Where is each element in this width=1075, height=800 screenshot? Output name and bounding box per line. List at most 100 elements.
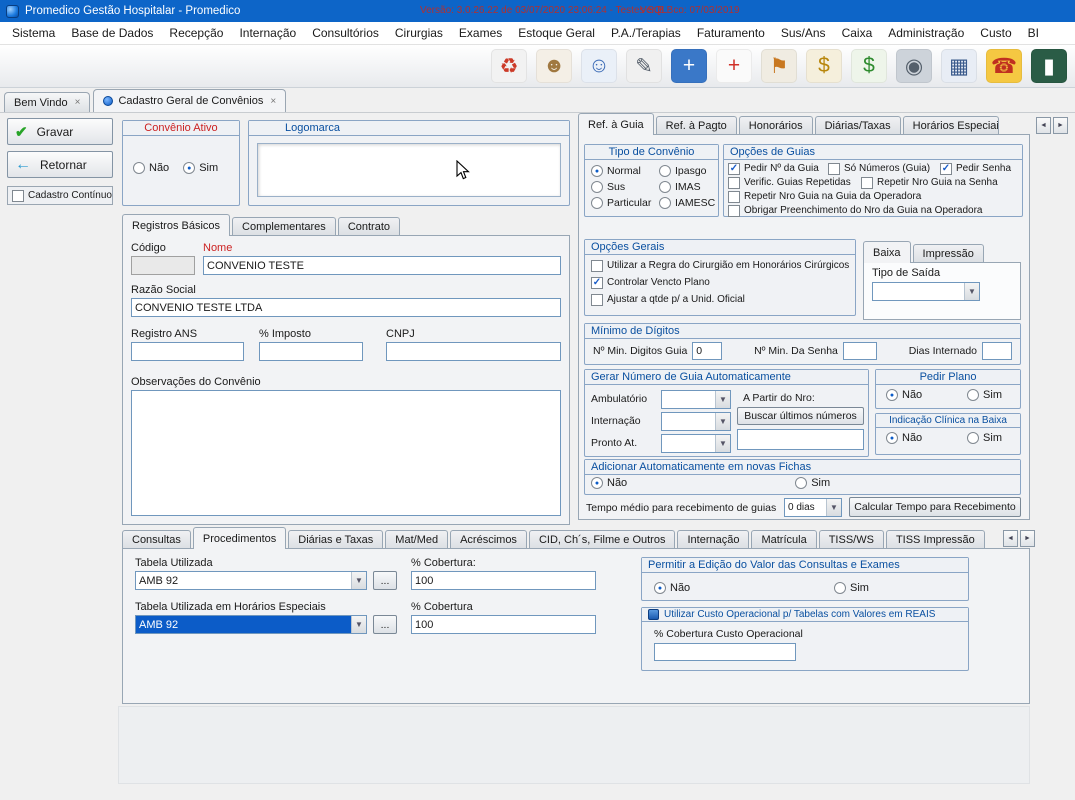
radio-normal[interactable]: ●Normal xyxy=(591,165,659,177)
nome-field[interactable]: CONVENIO TESTE xyxy=(203,256,561,275)
tab-contrato[interactable]: Contrato xyxy=(338,217,400,236)
radio-ipasgo[interactable]: Ipasgo xyxy=(659,165,715,177)
tabela-horarios-especiais-combo[interactable]: AMB 92 xyxy=(135,615,367,634)
close-icon[interactable]: × xyxy=(75,97,81,108)
menu-item-pa-terapias[interactable]: P.A./Terapias xyxy=(603,23,689,43)
radio-iamesc[interactable]: IAMESC xyxy=(659,197,715,209)
tab-honorarios[interactable]: Honorários xyxy=(739,116,813,135)
checkbox-repetir-nro-guia-operadora[interactable]: Repetir Nro Guia na Guia da Operadora xyxy=(728,190,1018,203)
prontuario-icon[interactable]: ✎ xyxy=(626,49,662,83)
cadastro-continuo-checkbox[interactable]: Cadastro Contínuo xyxy=(7,186,113,205)
custo-icon[interactable]: ▦ xyxy=(941,49,977,83)
tab-scroll-right-icon[interactable]: ► xyxy=(1053,117,1068,134)
browse-tabela-especiais-button[interactable]: ... xyxy=(373,615,397,634)
menu-item-internacao[interactable]: Internação xyxy=(231,23,304,43)
tab-acrescimos[interactable]: Acréscimos xyxy=(450,530,527,549)
registro-ans-field[interactable] xyxy=(131,342,244,361)
buscar-ultimos-numeros-button[interactable]: Buscar últimos números xyxy=(737,407,864,425)
radio-indicacao-nao[interactable]: ●Não xyxy=(886,432,922,444)
checkbox-repetir-nro-guia-senha[interactable]: Repetir Nro Guia na Senha xyxy=(861,176,998,189)
logomarca-image-area[interactable] xyxy=(257,143,561,197)
radio-adicionar-sim[interactable]: Sim xyxy=(795,477,830,489)
retornar-button[interactable]: ← Retornar xyxy=(7,151,113,178)
faturamento-icon[interactable]: $ xyxy=(806,49,842,83)
min-senha-field[interactable] xyxy=(843,342,877,360)
bi-icon[interactable]: ▮ xyxy=(1031,49,1067,83)
imposto-field[interactable] xyxy=(259,342,363,361)
radio-imas[interactable]: IMAS xyxy=(659,181,715,193)
pacientes-icon[interactable]: ☻ xyxy=(536,49,572,83)
cobertura-custo-field[interactable] xyxy=(654,643,796,661)
dropdown-arrow-icon[interactable] xyxy=(715,391,730,408)
leito-icon[interactable]: + xyxy=(671,49,707,83)
radio-adicionar-nao[interactable]: ●Não xyxy=(591,477,627,489)
dias-internado-field[interactable] xyxy=(982,342,1012,360)
cnpj-field[interactable] xyxy=(386,342,561,361)
a-partir-do-nro-field[interactable] xyxy=(737,429,864,450)
cobertura-field[interactable]: 100 xyxy=(411,571,596,590)
calcular-tempo-button[interactable]: Calcular Tempo para Recebimento xyxy=(849,497,1021,517)
browse-tabela-button[interactable]: ... xyxy=(373,571,397,590)
dropdown-arrow-icon[interactable] xyxy=(351,616,366,633)
internacao-combo[interactable] xyxy=(661,412,731,431)
menu-item-cirurgias[interactable]: Cirurgias xyxy=(387,23,451,43)
gravar-button[interactable]: ✔ Gravar xyxy=(7,118,113,145)
checkbox-so-numeros[interactable]: Só Números (Guia) xyxy=(828,162,940,175)
checkbox-controlar-vencto-plano[interactable]: ✓Controlar Vencto Plano xyxy=(591,276,849,289)
menu-item-recepcao[interactable]: Recepção xyxy=(161,23,231,43)
menu-item-estoque-geral[interactable]: Estoque Geral xyxy=(510,23,603,43)
pronto-at-combo[interactable] xyxy=(661,434,731,453)
tab-procedimentos[interactable]: Procedimentos xyxy=(193,527,286,549)
razao-social-field[interactable]: CONVENIO TESTE LTDA xyxy=(131,298,561,317)
min-digitos-guia-field[interactable]: 0 xyxy=(692,342,722,360)
checkbox-ajustar-qtde[interactable]: Ajustar a qtde p/ a Unid. Oficial xyxy=(591,293,849,306)
tempo-medio-combo[interactable]: 0 dias xyxy=(784,498,842,517)
tipo-saida-combo[interactable] xyxy=(872,282,980,301)
tab-cid-chs-filme-outros[interactable]: CID, Ch´s, Filme e Outros xyxy=(529,530,676,549)
tab-complementares[interactable]: Complementares xyxy=(232,217,336,236)
tabela-utilizada-combo[interactable]: AMB 92 xyxy=(135,571,367,590)
tab-registros-basicos[interactable]: Registros Básicos xyxy=(122,214,230,236)
checkbox-pedir-numero-guia[interactable]: ✓Pedir Nº da Guia xyxy=(728,162,828,175)
radio-indicacao-sim[interactable]: Sim xyxy=(967,432,1002,444)
tab-horarios-especiais[interactable]: Horários Especiais xyxy=(903,116,999,135)
tab-diarias-e-taxas[interactable]: Diárias e Taxas xyxy=(288,530,383,549)
dropdown-arrow-icon[interactable] xyxy=(715,435,730,452)
close-icon[interactable]: × xyxy=(270,96,276,107)
tab-bem-vindo[interactable]: Bem Vindo × xyxy=(4,92,90,112)
menu-item-sus-ans[interactable]: Sus/Ans xyxy=(773,23,834,43)
tab-scroll-left-icon[interactable]: ◄ xyxy=(1003,530,1018,547)
cofre-icon[interactable]: ◉ xyxy=(896,49,932,83)
financeiro-icon[interactable]: $ xyxy=(851,49,887,83)
tab-matricula[interactable]: Matrícula xyxy=(751,530,816,549)
observacoes-textarea[interactable] xyxy=(131,390,561,516)
tab-tiss-ws[interactable]: TISS/WS xyxy=(819,530,884,549)
radio-convenio-sim[interactable]: ● Sim xyxy=(183,162,218,174)
medico-icon[interactable]: ☺ xyxy=(581,49,617,83)
dropdown-arrow-icon[interactable] xyxy=(964,283,979,300)
ambulatorio-combo[interactable] xyxy=(661,390,731,409)
radio-convenio-nao[interactable]: Não xyxy=(133,162,169,174)
tab-ref-a-pagto[interactable]: Ref. à Pagto xyxy=(656,116,737,135)
checkbox-obrigar-preenchimento-nro[interactable]: Obrigar Preenchimento do Nro da Guia na … xyxy=(728,204,1018,217)
menu-item-consultorios[interactable]: Consultórios xyxy=(304,23,387,43)
menu-item-exames[interactable]: Exames xyxy=(451,23,510,43)
menu-item-caixa[interactable]: Caixa xyxy=(834,23,881,43)
checkbox-verific-guias-repetidas[interactable]: Verific. Guias Repetidas xyxy=(728,176,861,189)
checkbox-pedir-senha[interactable]: ✓Pedir Senha xyxy=(940,162,1011,175)
radio-pedir-plano-sim[interactable]: Sim xyxy=(967,389,1002,401)
menu-item-bi[interactable]: BI xyxy=(1020,23,1047,43)
radio-permitir-sim[interactable]: Sim xyxy=(834,582,869,594)
menu-item-faturamento[interactable]: Faturamento xyxy=(689,23,773,43)
telefonia-icon[interactable]: ☎ xyxy=(986,49,1022,83)
tab-baixa[interactable]: Baixa xyxy=(863,241,911,263)
tab-mat-med[interactable]: Mat/Med xyxy=(385,530,448,549)
radio-pedir-plano-nao[interactable]: ●Não xyxy=(886,389,922,401)
menu-item-custo[interactable]: Custo xyxy=(972,23,1019,43)
ambulancia-icon[interactable]: + xyxy=(716,49,752,83)
dropdown-arrow-icon[interactable] xyxy=(715,413,730,430)
tab-ref-a-guia[interactable]: Ref. à Guia xyxy=(578,113,654,135)
tab-impressao[interactable]: Impressão xyxy=(913,244,984,263)
tab-scroll-right-icon[interactable]: ► xyxy=(1020,530,1035,547)
dropdown-arrow-icon[interactable] xyxy=(351,572,366,589)
